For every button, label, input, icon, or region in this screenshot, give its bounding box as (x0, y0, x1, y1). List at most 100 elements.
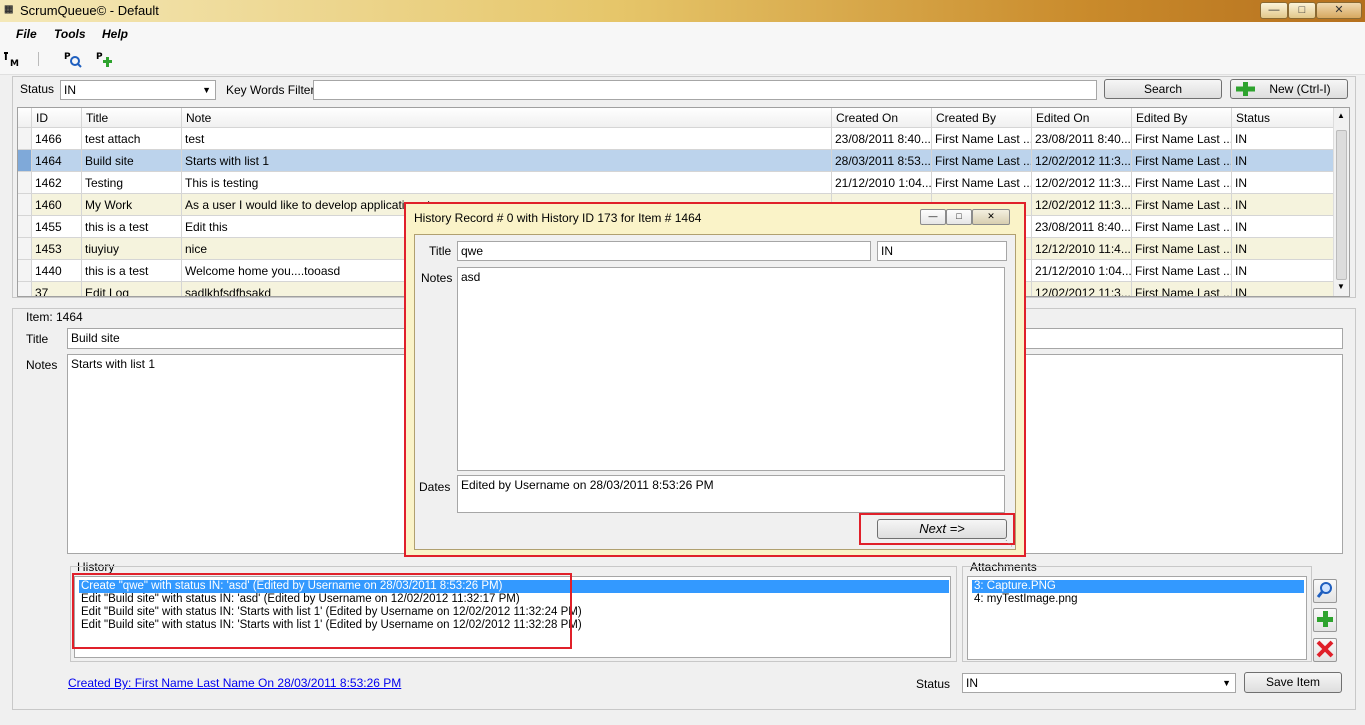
grid-cell-edited-on[interactable]: 12/02/2012 11:3... (1032, 150, 1132, 172)
grid-cell-status[interactable]: IN (1232, 172, 1334, 194)
grid-cell-edited-by[interactable]: First Name Last ... (1132, 282, 1232, 296)
grid-cell-id[interactable]: 1453 (32, 238, 82, 260)
grid-cell-edited-by[interactable]: First Name Last ... (1132, 150, 1232, 172)
row-selector[interactable] (18, 172, 32, 194)
grid-cell-status[interactable]: IN (1232, 194, 1334, 216)
grid-cell-created-on[interactable]: 21/12/2010 1:04... (832, 172, 932, 194)
row-selector[interactable] (18, 194, 32, 216)
row-selector[interactable] (18, 150, 32, 172)
dialog-status-input[interactable]: IN (877, 241, 1007, 261)
grid-cell-edited-on[interactable]: 12/02/2012 11:3... (1032, 282, 1132, 296)
grid-header-edited-on[interactable]: Edited On (1032, 108, 1132, 128)
grid-cell-edited-by[interactable]: First Name Last ... (1132, 216, 1232, 238)
grid-cell-status[interactable]: IN (1232, 282, 1334, 296)
window-title-bar[interactable]: ▦ ScrumQueue© - Default — □ ✕ (0, 0, 1365, 22)
status-filter-select[interactable]: IN ▼ (60, 80, 216, 100)
grid-cell-id[interactable]: 1466 (32, 128, 82, 150)
keywords-filter-input[interactable] (313, 80, 1097, 100)
search-button[interactable]: Search (1104, 79, 1222, 99)
grid-cell-title[interactable]: this is a test (82, 260, 182, 282)
grid-cell-edited-on[interactable]: 12/12/2010 11:4... (1032, 238, 1132, 260)
grid-header-created-on[interactable]: Created On (832, 108, 932, 128)
row-selector[interactable] (18, 128, 32, 150)
resize-grip-icon[interactable]: ⋱ (1005, 539, 1013, 548)
grid-cell-edited-on[interactable]: 12/02/2012 11:3... (1032, 172, 1132, 194)
dialog-title-input[interactable]: qwe (457, 241, 871, 261)
grid-cell-title[interactable]: test attach (82, 128, 182, 150)
menu-help[interactable]: Help (102, 27, 128, 41)
grid-cell-id[interactable]: 1460 (32, 194, 82, 216)
grid-cell-note[interactable]: test (182, 128, 832, 150)
grid-cell-edited-by[interactable]: First Name Last ... (1132, 194, 1232, 216)
grid-cell-note[interactable]: This is testing (182, 172, 832, 194)
menu-file[interactable]: File (16, 27, 37, 41)
scroll-down-icon[interactable]: ▼ (1337, 282, 1345, 291)
grid-cell-created-on[interactable]: 23/08/2011 8:40... (832, 128, 932, 150)
view-attachment-button[interactable] (1313, 579, 1337, 603)
grid-vertical-scrollbar[interactable]: ▲ ▼ (1333, 108, 1349, 296)
attachment-item[interactable]: 4: myTestImage.png (974, 593, 1078, 606)
scroll-up-icon[interactable]: ▲ (1337, 111, 1345, 120)
grid-cell-status[interactable]: IN (1232, 150, 1334, 172)
dialog-notes-textarea[interactable]: asd (457, 267, 1005, 471)
table-row[interactable]: 1462 Testing This is testing 21/12/2010 1:0… (18, 172, 1334, 194)
grid-header-created-by[interactable]: Created By (932, 108, 1032, 128)
add-attachment-button[interactable] (1313, 608, 1337, 632)
grid-cell-title[interactable]: this is a test (82, 216, 182, 238)
dialog-dates-textarea[interactable]: Edited by Username on 28/03/2011 8:53:26… (457, 475, 1005, 513)
dialog-minimize-button[interactable]: — (920, 209, 946, 225)
grid-header-edited-by[interactable]: Edited By (1132, 108, 1232, 128)
dialog-close-button[interactable]: ✕ (972, 209, 1010, 225)
grid-header-note[interactable]: Note (182, 108, 832, 128)
grid-cell-edited-on[interactable]: 12/02/2012 11:3... (1032, 194, 1132, 216)
grid-cell-created-by[interactable]: First Name Last ... (932, 128, 1032, 150)
grid-header-title[interactable]: Title (82, 108, 182, 128)
scroll-thumb[interactable] (1336, 130, 1347, 280)
grid-header-id[interactable]: ID (32, 108, 82, 128)
grid-cell-status[interactable]: IN (1232, 260, 1334, 282)
search-item-icon[interactable]: P (64, 50, 82, 68)
maximize-button[interactable]: □ (1288, 2, 1316, 19)
grid-cell-status[interactable]: IN (1232, 216, 1334, 238)
new-item-button[interactable]: New (Ctrl-I) (1230, 79, 1348, 99)
grid-cell-id[interactable]: 37 (32, 282, 82, 296)
grid-cell-edited-on[interactable]: 23/08/2011 8:40... (1032, 216, 1132, 238)
grid-cell-id[interactable]: 1440 (32, 260, 82, 282)
row-selector[interactable] (18, 260, 32, 282)
grid-cell-edited-by[interactable]: First Name Last ... (1132, 128, 1232, 150)
grid-cell-status[interactable]: IN (1232, 238, 1334, 260)
grid-header-status[interactable]: Status (1232, 108, 1334, 128)
grid-cell-id[interactable]: 1455 (32, 216, 82, 238)
minimize-button[interactable]: — (1260, 2, 1288, 19)
grid-cell-title[interactable]: Build site (82, 150, 182, 172)
attachments-list[interactable]: 3: Capture.PNG 4: myTestImage.png (967, 576, 1307, 660)
close-button[interactable]: ✕ (1316, 2, 1362, 19)
grid-cell-title[interactable]: Testing (82, 172, 182, 194)
save-item-button[interactable]: Save Item (1244, 672, 1342, 693)
grid-cell-title[interactable]: tiuyiuy (82, 238, 182, 260)
grid-cell-created-on[interactable]: 28/03/2011 8:53... (832, 150, 932, 172)
attachment-item[interactable]: 3: Capture.PNG (972, 580, 1304, 593)
grid-cell-title[interactable]: My Work (82, 194, 182, 216)
row-selector[interactable] (18, 238, 32, 260)
grid-cell-created-by[interactable]: First Name Last ... (932, 172, 1032, 194)
grid-cell-id[interactable]: 1464 (32, 150, 82, 172)
grid-cell-status[interactable]: IN (1232, 128, 1334, 150)
grid-cell-edited-by[interactable]: First Name Last ... (1132, 260, 1232, 282)
grid-cell-edited-by[interactable]: First Name Last ... (1132, 238, 1232, 260)
row-selector[interactable] (18, 282, 32, 296)
grid-cell-edited-on[interactable]: 23/08/2011 8:40... (1032, 128, 1132, 150)
grid-cell-id[interactable]: 1462 (32, 172, 82, 194)
add-item-icon[interactable]: P (96, 50, 114, 68)
menu-tools[interactable]: Tools (54, 27, 86, 41)
table-row[interactable]: 1464 Build site Starts with list 1 28/03/20… (18, 150, 1334, 172)
table-row[interactable]: 1466 test attach test 23/08/2011 8:40... Fir… (18, 128, 1334, 150)
item-status-select[interactable]: IN ▼ (962, 673, 1236, 693)
grid-cell-note[interactable]: Starts with list 1 (182, 150, 832, 172)
grid-cell-edited-by[interactable]: First Name Last ... (1132, 172, 1232, 194)
grid-cell-title[interactable]: Edit Log (82, 282, 182, 296)
grid-cell-edited-on[interactable]: 21/12/2010 1:04... (1032, 260, 1132, 282)
delete-attachment-button[interactable] (1313, 638, 1337, 662)
grid-cell-created-by[interactable]: First Name Last ... (932, 150, 1032, 172)
created-by-link[interactable]: Created By: First Name Last Name On 28/0… (68, 676, 401, 690)
